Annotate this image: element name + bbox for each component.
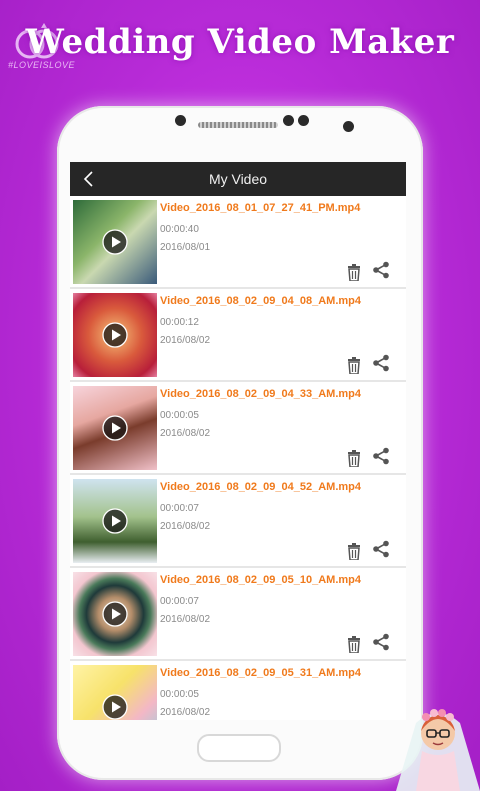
video-filename: Video_2016_08_02_09_04_08_AM.mp4 [160, 295, 362, 307]
share-icon[interactable] [372, 633, 390, 651]
play-icon[interactable] [102, 508, 128, 534]
trash-icon[interactable] [347, 636, 361, 653]
share-icon[interactable] [372, 540, 390, 558]
app-bar: My Video [70, 162, 406, 196]
video-duration: 00:00:07 [160, 596, 199, 607]
video-filename: Video_2016_08_02_09_04_33_AM.mp4 [160, 388, 362, 400]
app-title: Wedding Video Maker [25, 22, 455, 62]
video-filename: Video_2016_08_02_09_04_52_AM.mp4 [160, 481, 362, 493]
video-thumbnail[interactable] [73, 665, 157, 720]
video-list-item[interactable]: Video_2016_08_02_09_04_52_AM.mp4 00:00:0… [70, 477, 406, 568]
video-filename: Video_2016_08_02_09_05_31_AM.mp4 [160, 667, 362, 679]
bride-sticker-icon [396, 709, 480, 791]
video-duration: 00:00:40 [160, 224, 199, 235]
play-icon[interactable] [102, 601, 128, 627]
video-list-item[interactable]: Video_2016_08_01_07_27_41_PM.mp4 00:00:4… [70, 198, 406, 289]
video-date: 2016/08/01 [160, 242, 211, 253]
video-filename: Video_2016_08_02_09_05_10_AM.mp4 [160, 574, 362, 586]
video-list: Video_2016_08_01_07_27_41_PM.mp4 00:00:4… [70, 198, 406, 720]
video-list-item[interactable]: Video_2016_08_02_09_05_31_AM.mp4 00:00:0… [70, 663, 406, 720]
speaker-grille [198, 122, 278, 128]
phone-frame: My Video Video_2016_08_01_07_27_41_PM.mp… [57, 106, 423, 780]
video-date: 2016/08/02 [160, 428, 211, 439]
home-button[interactable] [197, 734, 281, 762]
play-icon[interactable] [102, 322, 128, 348]
play-icon[interactable] [102, 229, 128, 255]
video-duration: 00:00:07 [160, 503, 199, 514]
video-thumbnail[interactable] [73, 479, 157, 563]
sensor-icon [298, 115, 309, 126]
trash-icon[interactable] [347, 450, 361, 467]
video-date: 2016/08/02 [160, 707, 211, 718]
trash-icon[interactable] [347, 264, 361, 281]
share-icon[interactable] [372, 447, 390, 465]
video-date: 2016/08/02 [160, 335, 211, 346]
camera-icon [175, 115, 186, 126]
video-thumbnail[interactable] [73, 293, 157, 377]
video-date: 2016/08/02 [160, 614, 211, 625]
trash-icon[interactable] [347, 357, 361, 374]
play-icon[interactable] [102, 415, 128, 441]
share-icon[interactable] [372, 261, 390, 279]
video-list-item[interactable]: Video_2016_08_02_09_05_10_AM.mp4 00:00:0… [70, 570, 406, 661]
share-icon[interactable] [372, 354, 390, 372]
video-thumbnail[interactable] [73, 200, 157, 284]
sensor-icon [283, 115, 294, 126]
video-list-item[interactable]: Video_2016_08_02_09_04_08_AM.mp4 00:00:1… [70, 291, 406, 382]
video-filename: Video_2016_08_01_07_27_41_PM.mp4 [160, 202, 361, 214]
video-duration: 00:00:05 [160, 689, 199, 700]
app-screen: My Video Video_2016_08_01_07_27_41_PM.mp… [70, 162, 406, 720]
front-camera-icon [343, 121, 354, 132]
play-icon[interactable] [102, 694, 128, 720]
video-duration: 00:00:12 [160, 317, 199, 328]
video-list-item[interactable]: Video_2016_08_02_09_04_33_AM.mp4 00:00:0… [70, 384, 406, 475]
video-thumbnail[interactable] [73, 572, 157, 656]
trash-icon[interactable] [347, 543, 361, 560]
video-duration: 00:00:05 [160, 410, 199, 421]
video-date: 2016/08/02 [160, 521, 211, 532]
page-title: My Video [208, 171, 268, 187]
video-thumbnail[interactable] [73, 386, 157, 470]
